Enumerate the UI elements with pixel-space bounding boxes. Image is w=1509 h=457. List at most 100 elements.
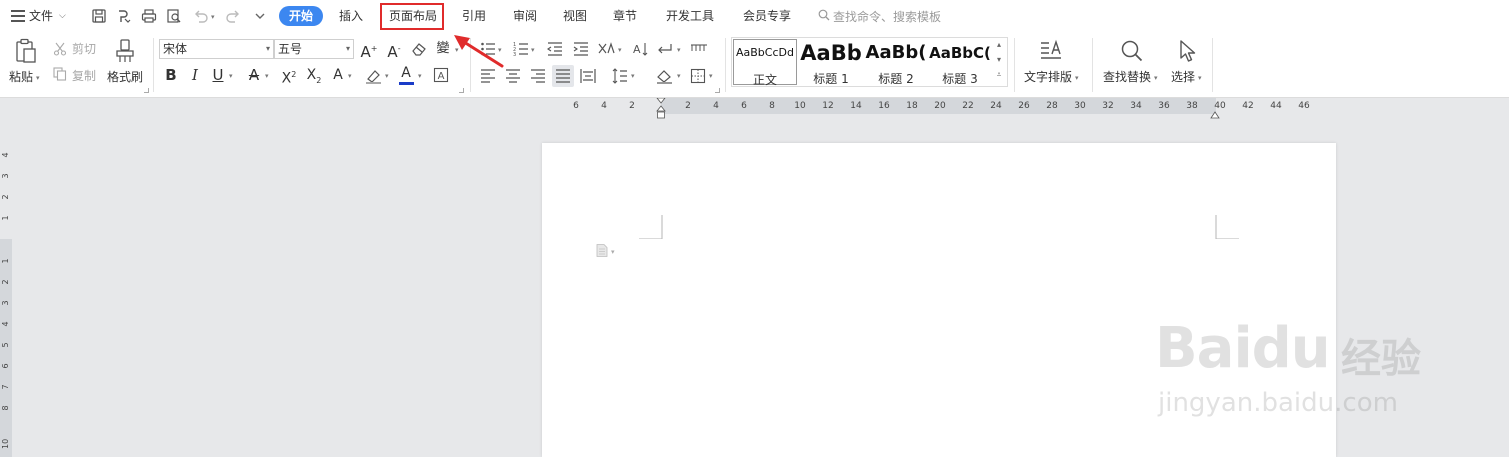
horizontal-ruler[interactable]: 6 4 2 2 4 6 8 10 12 14 16 18 20 22 24 26… bbox=[0, 97, 1509, 119]
chevron-down-icon: ▾ bbox=[345, 44, 350, 53]
chevron-up-icon[interactable]: ▴ bbox=[992, 40, 1006, 49]
show-hide-marks-icon[interactable] bbox=[656, 41, 674, 57]
format-painter-icon[interactable] bbox=[112, 38, 138, 64]
paste-icon[interactable] bbox=[13, 38, 39, 64]
annotation-arrow-icon bbox=[454, 35, 504, 68]
copy-button[interactable]: 复制 bbox=[72, 69, 96, 83]
command-search[interactable]: 查找命令、搜索模板 bbox=[818, 8, 941, 25]
ruler-tick: 42 bbox=[1242, 101, 1254, 111]
find-icon[interactable] bbox=[1119, 38, 1145, 64]
highlight-icon[interactable] bbox=[365, 68, 383, 84]
export-pdf-icon[interactable] bbox=[116, 8, 132, 24]
cursor-icon[interactable] bbox=[1175, 38, 1201, 64]
font-size-select[interactable]: 五号 ▾ bbox=[274, 39, 354, 59]
find-replace-dropdown-icon[interactable]: ▾ bbox=[1154, 74, 1158, 82]
expand-gallery-icon[interactable]: ⩡ bbox=[992, 70, 1006, 80]
table-of-contents-icon[interactable] bbox=[690, 41, 708, 57]
text-effect-dropdown-icon[interactable]: ▾ bbox=[348, 72, 352, 80]
italic-icon[interactable]: I bbox=[188, 66, 202, 84]
ruler-tick: 10 bbox=[794, 101, 806, 111]
indent-marker-icon[interactable] bbox=[656, 97, 666, 119]
ruler-tick: 6 bbox=[1, 363, 10, 369]
print-icon[interactable] bbox=[141, 8, 157, 24]
print-preview-icon[interactable] bbox=[166, 8, 182, 24]
divider bbox=[1212, 38, 1213, 92]
style-heading-1[interactable]: AaBb 标题 1 bbox=[798, 38, 864, 86]
line-spacing-dropdown-icon[interactable]: ▾ bbox=[631, 72, 635, 80]
style-name: 正文 bbox=[752, 73, 777, 87]
right-indent-marker-icon[interactable] bbox=[1210, 104, 1220, 119]
subscript-icon[interactable]: X2 bbox=[304, 66, 324, 90]
line-spacing-icon[interactable] bbox=[612, 68, 628, 84]
save-icon[interactable] bbox=[91, 8, 107, 24]
chinese-layout-dropdown-icon[interactable]: ▾ bbox=[618, 46, 622, 54]
format-painter-button[interactable]: 格式刷 bbox=[107, 70, 143, 84]
wps-writer-window: 文件 ⌵ ▾ 开始 插入 页面布局 引用 审阅 视图 章节 开发工具 会员专享 … bbox=[0, 0, 1509, 457]
redo-icon[interactable] bbox=[225, 8, 241, 24]
paragraph-group-launcher[interactable] bbox=[715, 88, 720, 93]
ruler-tick: 6 bbox=[741, 101, 747, 111]
ruler-tick: 5 bbox=[1, 342, 10, 348]
paste-button[interactable]: 粘贴 bbox=[9, 70, 33, 84]
grow-font-icon[interactable]: A+ bbox=[360, 40, 378, 61]
style-heading-2[interactable]: AaBb( 标题 2 bbox=[864, 38, 928, 86]
superscript-icon[interactable]: X2 bbox=[279, 66, 299, 88]
vertical-ruler[interactable]: 4 3 2 1 1 2 3 4 5 6 7 8 10 bbox=[0, 114, 12, 457]
tab-page-layout[interactable]: 页面布局 bbox=[389, 8, 437, 24]
ribbon-toolbar: 粘贴 ▾ 剪切 复制 格式刷 宋体 ▾ 五号 ▾ A+ A- 變 ▾ B I U… bbox=[0, 32, 1509, 98]
ruler-tick: 30 bbox=[1074, 101, 1086, 111]
customize-toolbar-icon[interactable] bbox=[252, 8, 268, 24]
file-menu[interactable]: 文件 ⌵ bbox=[11, 8, 66, 24]
paragraph-options[interactable]: ▾ bbox=[596, 242, 615, 261]
select-button[interactable]: 选择 bbox=[1171, 70, 1195, 84]
cut-button[interactable]: 剪切 bbox=[72, 42, 96, 56]
font-name-select[interactable]: 宋体 ▾ bbox=[159, 39, 274, 59]
borders-icon[interactable] bbox=[690, 68, 706, 84]
marks-dropdown-icon[interactable]: ▾ bbox=[677, 46, 681, 54]
shading-icon[interactable] bbox=[656, 68, 674, 84]
clear-format-icon[interactable] bbox=[411, 41, 427, 57]
tab-start[interactable]: 开始 bbox=[279, 6, 323, 26]
strikethrough-dropdown-icon[interactable]: ▾ bbox=[265, 72, 269, 80]
tab-insert[interactable]: 插入 bbox=[339, 8, 363, 24]
align-right-icon[interactable] bbox=[530, 68, 546, 84]
font-group-launcher[interactable] bbox=[459, 88, 464, 93]
tab-view[interactable]: 视图 bbox=[563, 8, 587, 24]
chevron-down-icon[interactable]: ▾ bbox=[992, 55, 1006, 64]
underline-icon[interactable]: U bbox=[211, 66, 225, 84]
shading-dropdown-icon[interactable]: ▾ bbox=[677, 72, 681, 80]
font-color-dropdown-icon[interactable]: ▾ bbox=[418, 72, 422, 80]
increase-indent-icon[interactable] bbox=[573, 41, 589, 57]
clipboard-group-launcher[interactable] bbox=[144, 88, 149, 93]
tab-section[interactable]: 章节 bbox=[613, 8, 637, 24]
undo-dropdown-icon[interactable]: ▾ bbox=[211, 13, 215, 21]
text-layout-button[interactable]: 文字排版 bbox=[1024, 70, 1072, 84]
ruler-tick: 28 bbox=[1046, 101, 1058, 111]
find-replace-button[interactable]: 查找替换 bbox=[1103, 70, 1151, 84]
shrink-font-icon[interactable]: A- bbox=[385, 40, 403, 61]
justify-icon[interactable] bbox=[552, 65, 574, 87]
command-search-placeholder: 查找命令、搜索模板 bbox=[833, 10, 942, 24]
numbering-dropdown-icon[interactable]: ▾ bbox=[531, 46, 535, 54]
decrease-indent-icon[interactable] bbox=[547, 41, 563, 57]
bold-icon[interactable]: B bbox=[164, 66, 178, 84]
undo-icon[interactable] bbox=[193, 8, 209, 24]
distribute-icon[interactable] bbox=[580, 68, 596, 84]
style-normal[interactable]: AaBbCcDd 正文 bbox=[733, 39, 797, 87]
underline-dropdown-icon[interactable]: ▾ bbox=[229, 72, 233, 80]
borders-dropdown-icon[interactable]: ▾ bbox=[709, 72, 713, 80]
paste-dropdown-icon[interactable]: ▾ bbox=[36, 74, 40, 82]
tab-developer-tools[interactable]: 开发工具 bbox=[666, 8, 714, 24]
font-color-icon[interactable]: A bbox=[399, 64, 413, 82]
chinese-layout-icon[interactable] bbox=[597, 41, 615, 57]
sort-icon[interactable]: A bbox=[632, 41, 648, 57]
strikethrough-icon[interactable]: A bbox=[246, 66, 262, 84]
style-heading-3[interactable]: AaBbC( 标题 3 bbox=[928, 38, 992, 86]
text-layout-icon[interactable] bbox=[1038, 38, 1064, 64]
text-layout-dropdown-icon[interactable]: ▾ bbox=[1075, 74, 1079, 82]
select-dropdown-icon[interactable]: ▾ bbox=[1198, 74, 1202, 82]
text-effect-icon[interactable]: A bbox=[330, 66, 346, 84]
highlight-dropdown-icon[interactable]: ▾ bbox=[385, 72, 389, 80]
tab-member[interactable]: 会员专享 bbox=[743, 8, 791, 24]
ruler-tick: 1 bbox=[1, 258, 10, 264]
